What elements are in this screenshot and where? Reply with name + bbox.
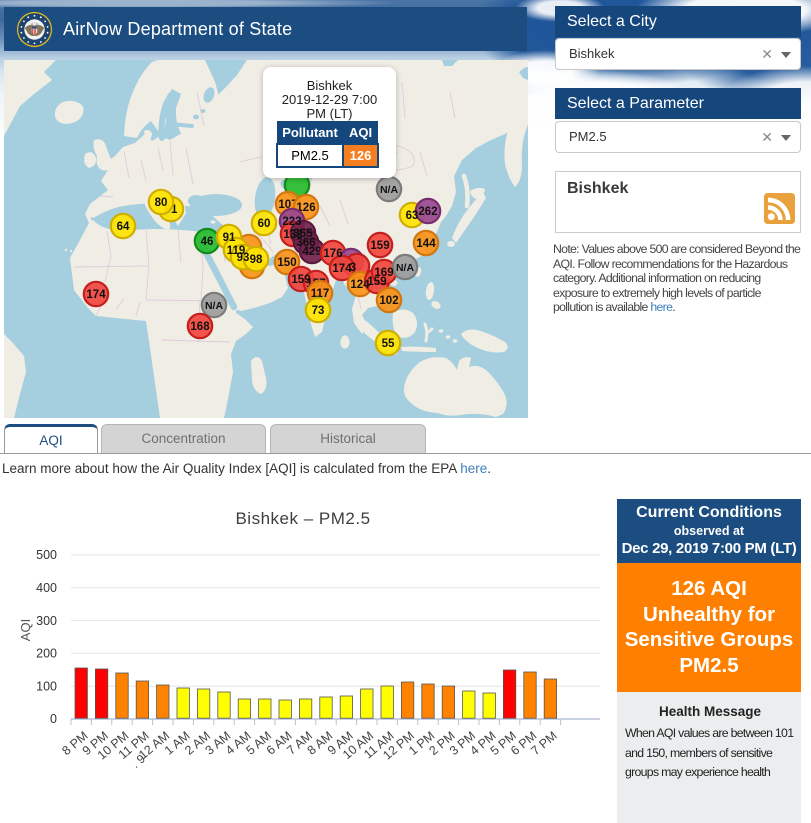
svg-text:98: 98 [250, 254, 263, 266]
svg-text:64: 64 [117, 221, 130, 233]
svg-text:0: 0 [50, 712, 57, 726]
svg-text:Bishkek – PM2.5: Bishkek – PM2.5 [235, 509, 370, 528]
svg-text:46: 46 [201, 236, 214, 248]
svg-text:169: 169 [374, 267, 393, 279]
svg-text:102: 102 [379, 295, 398, 307]
svg-text:63: 63 [406, 210, 419, 222]
svg-text:176: 176 [323, 248, 342, 260]
svg-text:91: 91 [223, 232, 236, 244]
svg-text:223: 223 [282, 216, 301, 228]
svg-text:144: 144 [416, 238, 436, 250]
svg-text:174: 174 [86, 289, 106, 301]
svg-text:N/A: N/A [205, 300, 224, 312]
svg-text:60: 60 [258, 218, 271, 230]
svg-text:93: 93 [237, 252, 250, 264]
svg-text:73: 73 [312, 305, 325, 317]
svg-text:159: 159 [370, 240, 389, 252]
svg-text:429: 429 [302, 246, 321, 258]
svg-text:55: 55 [382, 338, 395, 350]
svg-text:262: 262 [418, 206, 437, 218]
svg-text:200: 200 [36, 647, 57, 661]
svg-text:168: 168 [190, 321, 210, 333]
svg-text:AQI: AQI [18, 619, 33, 641]
svg-text:80: 80 [155, 197, 168, 209]
svg-text:N/A: N/A [380, 184, 399, 196]
svg-text:500: 500 [36, 548, 57, 562]
svg-text:N/A: N/A [396, 262, 415, 274]
svg-text:150: 150 [277, 257, 296, 269]
svg-text:300: 300 [36, 614, 57, 628]
svg-text:400: 400 [36, 581, 57, 595]
svg-text:100: 100 [36, 679, 57, 693]
